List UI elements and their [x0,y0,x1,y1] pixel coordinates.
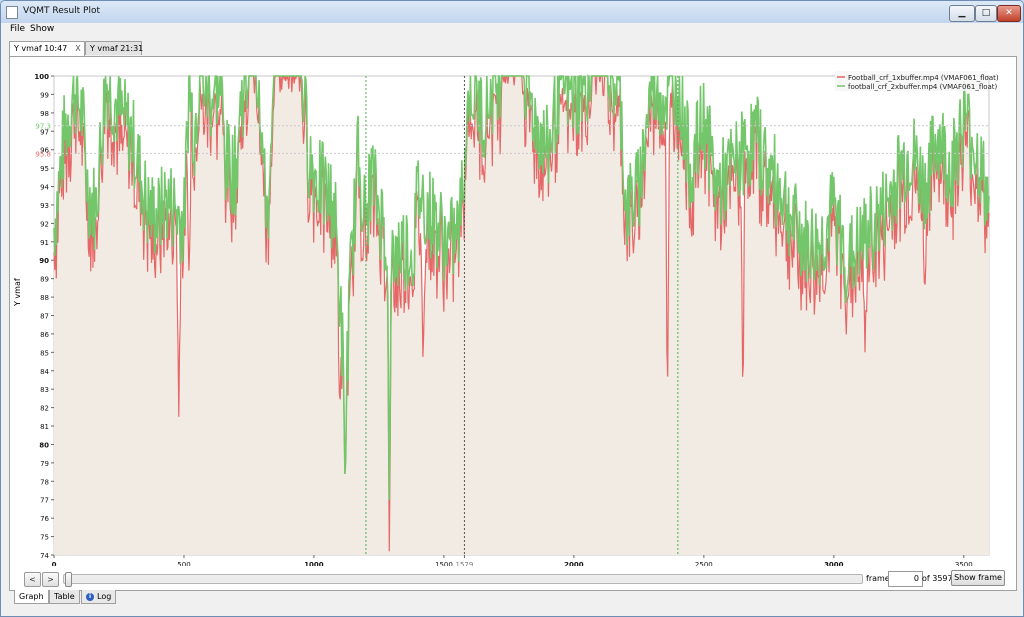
tab-label: Y vmaf 10:47 [14,44,68,53]
close-button[interactable]: ✕ [997,5,1021,22]
x-tick-label: 2500 [695,561,713,566]
y-tick-label: 87 [40,313,49,321]
slider-thumb[interactable] [65,572,72,587]
tab-log-label: Log [97,592,112,601]
y-tick-label: 96 [40,147,49,155]
y-tick-label: 93 [40,202,49,210]
tab-label: Y vmaf 21:31 [90,44,144,53]
y-tick-label: 77 [40,497,49,505]
tab-close-icon[interactable]: X [75,44,80,53]
y-tick-label: 88 [40,294,49,302]
title-bar: VQMT Result Plot ▁ □ ✕ [1,1,1023,23]
y-tick-label: 74 [40,552,49,560]
y-axis-label: Y vmaf [13,278,22,306]
y-tick-label: 89 [40,276,49,284]
prev-frame-button[interactable]: < [24,572,41,587]
app-icon [6,6,18,19]
menu-bar: File Show [1,23,1023,37]
y-tick-label: 92 [40,220,49,228]
x-tick-label: 1579 [456,561,474,566]
y-tick-label: 82 [40,405,49,413]
tab-log[interactable]: i Log [81,590,117,604]
x-tick-label: 500 [177,561,190,566]
y-tick-label: 98 [40,110,49,118]
y-tick-label: 86 [40,331,49,339]
plot-panel: 97.3 95.8 74 75 76 77 78 79 80 81 82 83 84 85 86 87 88 89… [9,56,1017,591]
tab-y-vmaf-2131[interactable]: Y vmaf 21:31 [85,41,144,55]
tab-table[interactable]: Table [49,590,80,604]
y-tick-label: 80 [39,441,49,449]
x-tick-label: 1000 [304,561,324,566]
y-tick-label: 90 [39,257,49,265]
menu-file[interactable]: File [10,24,25,34]
y-tick-label: 75 [40,534,49,542]
x-tick-label: 2000 [564,561,584,566]
next-frame-button[interactable]: > [42,572,59,587]
window-title: VQMT Result Plot [23,6,100,16]
x-tick-label: 1500 [435,561,453,566]
x-tick-label: 3000 [824,561,844,566]
x-tick-label: 3500 [955,561,973,566]
x-tick-label: 0 [52,561,57,566]
tab-graph[interactable]: Graph [14,590,49,604]
app-window: VQMT Result Plot ▁ □ ✕ File Show Y vmaf … [0,0,1024,617]
info-icon: i [86,592,94,601]
tab-y-vmaf-1047[interactable]: Y vmaf 10:47 X [9,41,85,56]
y-tick-label: 95 [40,165,49,173]
minimize-button[interactable]: ▁ [949,5,975,22]
vmaf-chart[interactable]: 97.395.874757677787980818283848586878889… [15,61,1011,566]
y-tick-label: 100 [34,73,49,81]
y-tick-label: 76 [40,515,49,523]
show-frame-button[interactable]: Show frame [951,570,1005,586]
legend-label: football_crf_2xbuffer.mp4 (VMAF061_float… [848,83,998,91]
y-tick-label: 79 [40,460,49,468]
frame-label: frame [866,574,890,583]
menu-show[interactable]: Show [30,24,54,34]
frame-input[interactable] [888,571,923,587]
y-tick-label: 83 [40,386,49,394]
y-tick-label: 85 [40,349,49,357]
y-tick-label: 78 [40,478,49,486]
y-tick-label: 97 [40,128,49,136]
frame-slider[interactable] [63,572,863,587]
y-tick-label: 91 [40,239,49,247]
frame-total: of 3597 [922,574,953,583]
y-tick-label: 94 [40,184,49,192]
y-tick-label: 84 [40,368,49,376]
legend-label: Football_crf_1xbuffer.mp4 (VMAF061_float… [848,74,999,82]
y-tick-label: 99 [40,91,49,99]
maximize-button[interactable]: □ [975,5,997,22]
y-tick-label: 81 [40,423,49,431]
